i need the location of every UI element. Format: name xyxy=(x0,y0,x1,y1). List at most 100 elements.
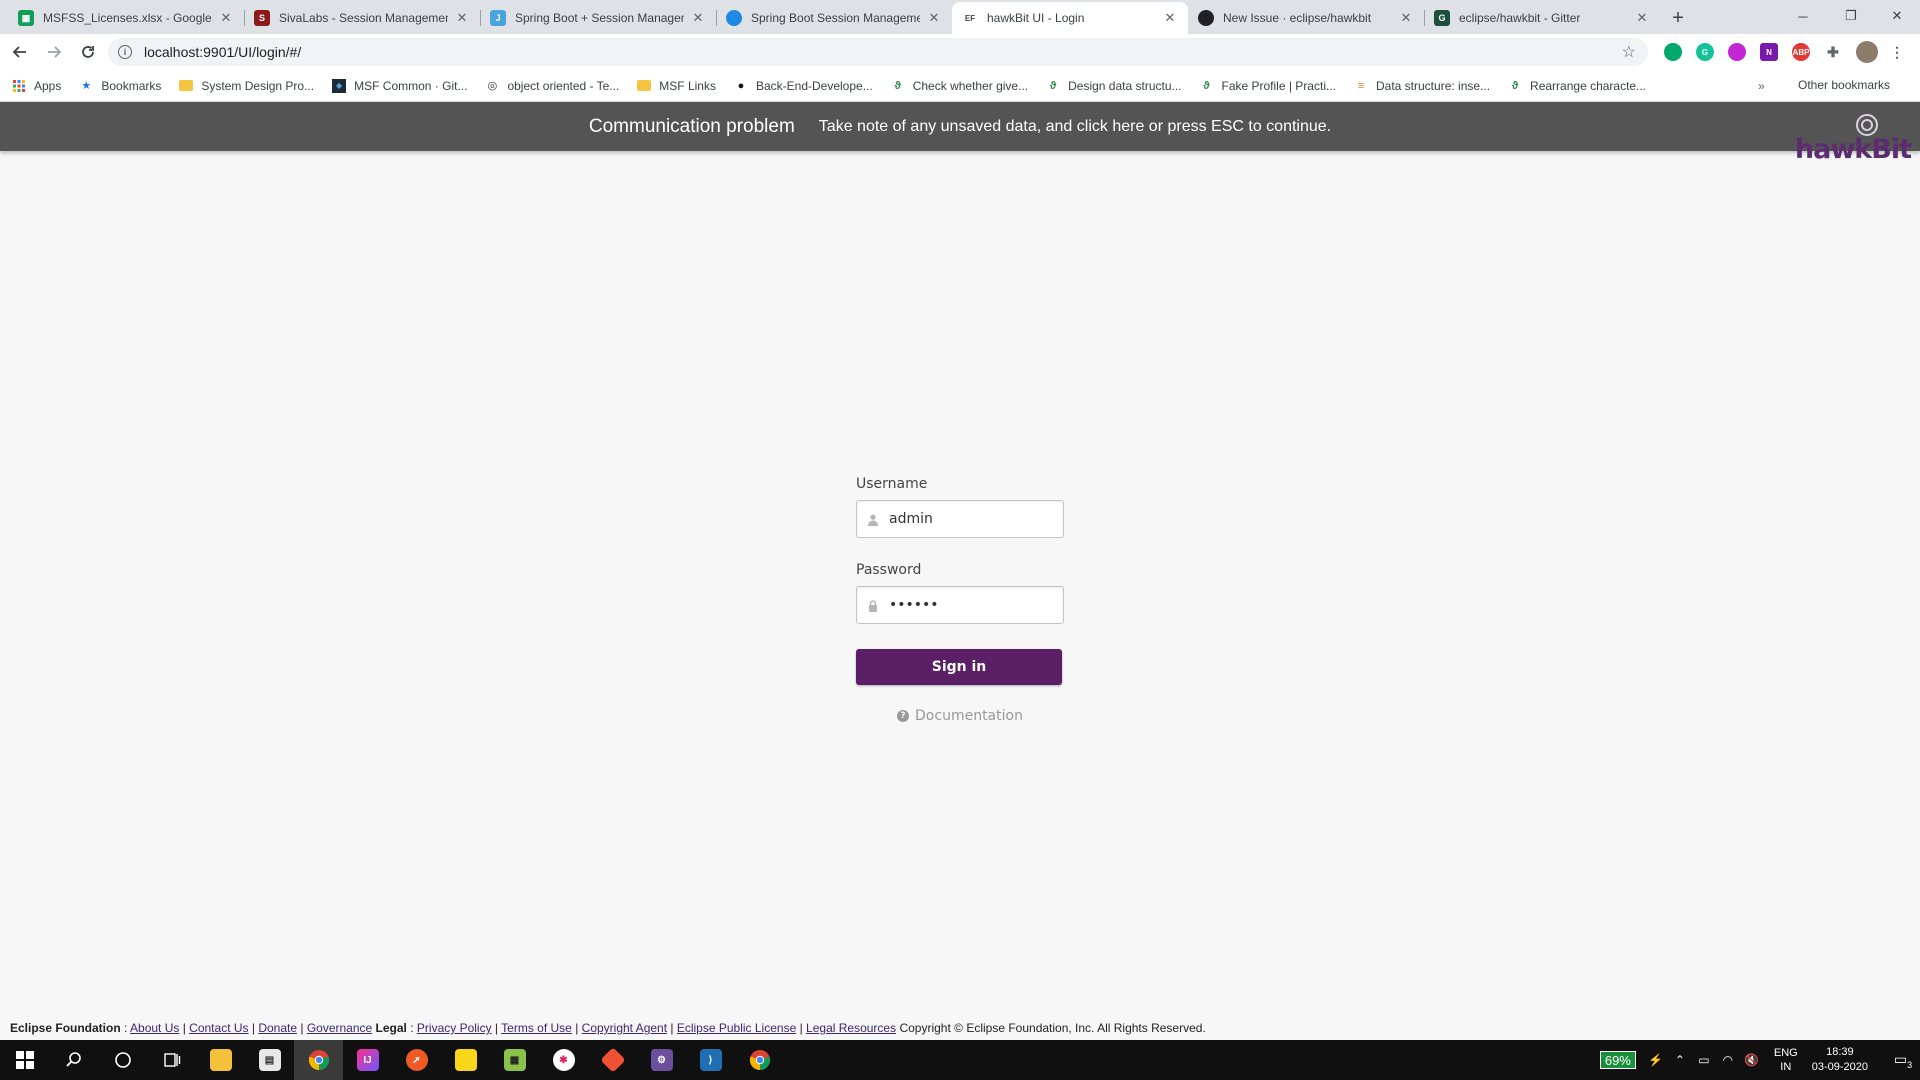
footer-link-about-us[interactable]: About Us xyxy=(130,1021,179,1035)
password-input[interactable]: •••••• xyxy=(889,597,939,613)
language-indicator[interactable]: ENG IN xyxy=(1774,1046,1798,1074)
taskbar-sticky-notes[interactable] xyxy=(441,1040,490,1080)
user-icon xyxy=(868,514,878,526)
footer-link-eclipse-public-license[interactable]: Eclipse Public License xyxy=(677,1021,796,1035)
search-icon xyxy=(65,1052,81,1067)
taskbar-vscode[interactable]: ⟩ xyxy=(686,1040,735,1080)
cortana-button[interactable] xyxy=(98,1040,147,1080)
clock[interactable]: 18:39 03-09-2020 xyxy=(1812,1045,1868,1075)
bookmark-star-icon[interactable]: ☆ xyxy=(1622,42,1636,62)
taskbar-intellij[interactable]: IJ xyxy=(343,1040,392,1080)
taskbar-git[interactable] xyxy=(588,1040,637,1080)
bookmark-rearrange[interactable]: ϑ Rearrange characte... xyxy=(1508,79,1646,93)
chevron-up-icon[interactable]: ⌃ xyxy=(1670,1053,1690,1067)
password-field[interactable]: •••••• xyxy=(856,586,1064,624)
close-icon[interactable]: ✕ xyxy=(1162,10,1178,26)
bookmark-apps[interactable]: Apps xyxy=(12,79,61,93)
bookmark-object-oriented[interactable]: ◎ object oriented - Te... xyxy=(485,79,620,93)
address-bar[interactable]: i localhost:9901/UI/login/#/ ☆ xyxy=(108,38,1648,66)
puzzle-extensions-icon[interactable]: ✚ xyxy=(1824,43,1842,61)
task-view-button[interactable] xyxy=(147,1040,196,1080)
minimize-button[interactable]: ─ xyxy=(1780,0,1826,32)
bookmark-fake-profile[interactable]: ϑ Fake Profile | Practi... xyxy=(1200,78,1337,93)
avatar[interactable] xyxy=(1856,41,1878,63)
close-icon[interactable]: ✕ xyxy=(926,10,942,26)
bookmark-system-design[interactable]: System Design Pro... xyxy=(179,79,314,93)
bookmark-msf-common[interactable]: ◆ MSF Common · Git... xyxy=(332,78,467,93)
tab-spring-boot-1[interactable]: J Spring Boot + Session Management ✕ xyxy=(480,2,716,34)
extension-icon[interactable] xyxy=(1728,43,1746,61)
taskbar-file-explorer[interactable] xyxy=(196,1040,245,1080)
sign-in-button[interactable]: Sign in xyxy=(856,649,1062,685)
reload-button[interactable] xyxy=(74,38,102,66)
bookmarks-overflow-button[interactable]: » xyxy=(1758,79,1765,93)
tab-sivalabs[interactable]: S SivaLabs - Session Management ✕ xyxy=(244,2,480,34)
taskbar-postman[interactable]: ➚ xyxy=(392,1040,441,1080)
footer-link-copyright-agent[interactable]: Copyright Agent xyxy=(582,1021,667,1035)
login-form: Username Password •••••• Sign in ? Docum… xyxy=(856,476,1064,724)
grammarly-extension-icon[interactable]: G xyxy=(1696,43,1714,61)
menu-kebab-icon[interactable]: ⋮ xyxy=(1888,43,1906,61)
window-close-button[interactable]: ✕ xyxy=(1874,0,1920,32)
close-icon[interactable]: ✕ xyxy=(1634,10,1650,26)
tab-new-issue[interactable]: New Issue · eclipse/hawkbit ✕ xyxy=(1188,2,1424,34)
battery-icon[interactable]: ▭ xyxy=(1694,1053,1714,1067)
username-field[interactable] xyxy=(856,500,1064,538)
evernote-extension-icon[interactable] xyxy=(1664,43,1682,61)
site-info-icon[interactable]: i xyxy=(118,45,132,59)
close-icon[interactable]: ✕ xyxy=(690,10,706,26)
bookmark-msf-links[interactable]: MSF Links xyxy=(637,79,716,93)
footer-link-terms-of-use[interactable]: Terms of Use xyxy=(501,1021,572,1035)
bookmark-other-bookmarks[interactable]: Other bookmarks xyxy=(1790,78,1890,92)
footer-link-contact-us[interactable]: Contact Us xyxy=(189,1021,248,1035)
tab-title: eclipse/hawkbit - Gitter xyxy=(1459,11,1581,25)
restore-button[interactable]: ❐ xyxy=(1828,0,1874,32)
close-icon[interactable]: ✕ xyxy=(1398,10,1414,26)
close-icon[interactable]: ✕ xyxy=(218,10,234,26)
close-icon[interactable]: ✕ xyxy=(454,10,470,26)
tab-title: MSFSS_Licenses.xlsx - Google Sheets xyxy=(43,11,212,25)
wifi-icon[interactable]: ◠ xyxy=(1718,1053,1738,1067)
tab-hawkbit-login[interactable]: EF hawkBit UI - Login ✕ xyxy=(952,2,1188,34)
tab-spring-boot-2[interactable]: Spring Boot Session Management ✕ xyxy=(716,2,952,34)
hawkbit-logo-text: hawkBit xyxy=(1794,134,1912,165)
battery-indicator[interactable]: 69% xyxy=(1599,1051,1636,1069)
footer-link-legal-resources[interactable]: Legal Resources xyxy=(806,1021,896,1035)
adblock-extension-icon[interactable]: ABP xyxy=(1792,43,1810,61)
action-center-button[interactable]: ▭3 xyxy=(1886,1051,1920,1070)
taskbar-slack[interactable]: ✱ xyxy=(539,1040,588,1080)
footer-org: Eclipse Foundation xyxy=(10,1021,121,1035)
onenote-extension-icon[interactable]: N xyxy=(1760,43,1778,61)
bookmark-check-whether[interactable]: ϑ Check whether give... xyxy=(891,79,1029,93)
footer-link-privacy-policy[interactable]: Privacy Policy xyxy=(417,1021,492,1035)
taskbar-chrome[interactable] xyxy=(294,1040,343,1080)
start-button[interactable] xyxy=(0,1040,49,1080)
bookmark-back-end-developer[interactable]: ● Back-End-Develope... xyxy=(734,79,873,93)
search-button[interactable] xyxy=(49,1040,98,1080)
tab-google-sheets[interactable]: ▦ MSFSS_Licenses.xlsx - Google Sheets ✕ xyxy=(8,2,244,34)
tab-gitter[interactable]: G eclipse/hawkbit - Gitter ✕ xyxy=(1424,2,1660,34)
back-button[interactable] xyxy=(6,38,34,66)
power-plug-icon[interactable]: ⚡ xyxy=(1646,1053,1666,1067)
communication-problem-banner[interactable]: Communication problem Take note of any u… xyxy=(0,102,1920,151)
bookmark-label: System Design Pro... xyxy=(201,78,315,93)
username-input[interactable] xyxy=(889,511,1063,527)
taskbar-eclipse-tool[interactable]: ⚙ xyxy=(637,1040,686,1080)
taskbar-notepad-plus[interactable]: ▦ xyxy=(490,1040,539,1080)
bookmark-label: Design data structu... xyxy=(1068,78,1182,93)
clock-date: 03-09-2020 xyxy=(1811,1061,1868,1073)
documentation-link[interactable]: ? Documentation xyxy=(856,708,1064,724)
system-tray: 69% ⚡ ⌃ ▭ ◠ 🔇 ENG IN 18:39 03-09-2020 ▭3 xyxy=(1599,1040,1920,1080)
volume-muted-icon[interactable]: 🔇 xyxy=(1742,1053,1762,1067)
bookmark-label: Fake Profile | Practi... xyxy=(1221,78,1337,93)
site-icon xyxy=(726,10,742,26)
footer-link-donate[interactable]: Donate xyxy=(258,1021,297,1035)
forward-button[interactable] xyxy=(40,38,68,66)
bookmark-bookmarks[interactable]: ★ Bookmarks xyxy=(79,79,161,93)
taskbar-store[interactable]: ▤ xyxy=(245,1040,294,1080)
taskbar-chrome-2[interactable] xyxy=(735,1040,784,1080)
bookmark-data-structure[interactable]: ≡ Data structure: inse... xyxy=(1354,79,1490,93)
new-tab-button[interactable]: + xyxy=(1664,2,1692,34)
bookmark-design-data-structure[interactable]: ϑ Design data structu... xyxy=(1046,78,1182,93)
footer-link-governance[interactable]: Governance xyxy=(307,1021,372,1035)
